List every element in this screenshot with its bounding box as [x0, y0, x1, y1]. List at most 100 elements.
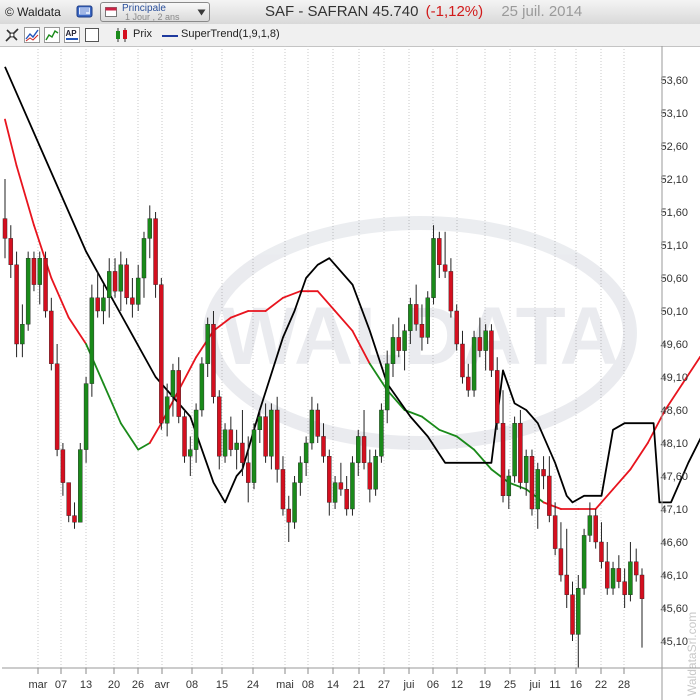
candle-body	[217, 396, 222, 457]
candle-body	[251, 429, 257, 483]
x-tick-label: 13	[80, 679, 92, 691]
candle-body	[315, 409, 320, 437]
chart-type-icon[interactable]	[44, 27, 60, 43]
candle-body	[37, 257, 42, 285]
candle-body	[182, 416, 187, 457]
candle-down	[437, 231, 442, 278]
x-tick-label: 25	[504, 679, 516, 691]
candle-body	[356, 436, 361, 463]
candle-body	[361, 436, 367, 463]
candle-down	[547, 456, 552, 523]
candle-up	[25, 251, 31, 331]
legend-price-label: Prix	[133, 28, 152, 40]
candle-body	[622, 581, 627, 595]
candle-body	[402, 330, 407, 351]
indicator-icon[interactable]	[24, 27, 40, 43]
candle-down	[95, 271, 100, 318]
candle-body	[118, 264, 124, 292]
candle-up	[118, 251, 124, 311]
moving-average-segment	[421, 415, 441, 431]
candle-body	[193, 409, 199, 450]
candle-up	[135, 264, 141, 311]
candle-body	[512, 423, 517, 477]
moving-average-segment	[542, 501, 562, 510]
blank-box-icon[interactable]	[84, 27, 100, 43]
price-chart[interactable]: WALDATA WaldataSrl.com 53,6053,1052,6052…	[0, 46, 700, 700]
y-tick-label: 50,60	[660, 273, 688, 285]
candle-body	[564, 574, 569, 595]
candle-down	[49, 297, 54, 371]
moving-average-segment	[137, 442, 151, 451]
x-tick-label: 15	[216, 679, 228, 691]
candle-body	[199, 363, 205, 411]
moving-average-segment	[177, 356, 198, 392]
candle-body	[390, 337, 396, 364]
candle-body	[489, 330, 494, 371]
candle-down	[344, 476, 349, 516]
y-tick-label: 47,10	[660, 504, 688, 516]
candle-body	[448, 271, 454, 312]
candle-down	[327, 449, 332, 516]
candle-body	[576, 588, 581, 635]
candle-body	[95, 297, 100, 312]
candle-body	[20, 324, 25, 345]
candle-down	[66, 482, 71, 523]
candle-up	[309, 396, 315, 450]
candle-down	[211, 311, 216, 404]
moving-average-segment	[612, 468, 632, 491]
title-sep: -	[298, 3, 304, 20]
y-tick-label: 51,10	[660, 240, 688, 252]
candle-down	[367, 449, 373, 503]
moving-average-segment	[119, 422, 140, 451]
candle-body	[570, 594, 575, 635]
candle-down	[31, 251, 37, 292]
period-dropdown[interactable]: Principale 1 Jour , 2 ans	[100, 2, 210, 22]
candle-down	[489, 324, 494, 377]
candle-body	[309, 409, 315, 444]
candle-up	[298, 456, 303, 496]
quote-date: 25 juil. 2014	[501, 3, 583, 20]
x-tick-label: avr	[154, 679, 170, 691]
candle-body	[112, 271, 118, 292]
candle-up	[425, 291, 430, 344]
candle-up	[379, 403, 384, 463]
candle-down	[159, 278, 164, 430]
candle-down	[570, 581, 575, 641]
candle-down	[43, 251, 48, 318]
candle-body	[25, 257, 31, 325]
candle-body	[599, 541, 604, 562]
candle-up	[199, 357, 205, 417]
candle-down	[124, 258, 129, 305]
candle-body	[205, 324, 210, 365]
candle-body	[89, 297, 95, 384]
moving-average-segment	[594, 488, 614, 510]
candle-up	[292, 476, 297, 529]
book-icon[interactable]	[76, 3, 94, 20]
candle-body	[135, 277, 141, 305]
candle-down	[315, 403, 320, 443]
candle-body	[350, 462, 355, 510]
candle-body	[633, 561, 639, 576]
candle-up	[205, 317, 210, 377]
candle-down	[217, 390, 222, 470]
candle-down	[448, 258, 454, 318]
candle-down	[552, 502, 558, 556]
candle-down	[8, 225, 14, 278]
candle-body	[425, 297, 430, 338]
candle-down	[442, 231, 448, 278]
app-title: © Waldata	[5, 5, 61, 19]
ap-text-icon[interactable]: AP	[64, 27, 80, 43]
crosshair-icon[interactable]	[4, 27, 20, 43]
candle-up	[251, 423, 257, 490]
candle-body	[43, 257, 48, 312]
candle-body	[49, 310, 54, 364]
candle-body	[280, 469, 286, 510]
x-tick-label: 26	[132, 679, 144, 691]
y-tick-label: 45,60	[660, 603, 688, 615]
candle-up	[350, 456, 355, 516]
candle-body	[460, 343, 465, 378]
y-tick-label: 46,10	[660, 570, 688, 582]
y-tick-label: 50,10	[660, 306, 688, 318]
candle-body	[60, 449, 66, 483]
candle-up	[581, 528, 587, 595]
